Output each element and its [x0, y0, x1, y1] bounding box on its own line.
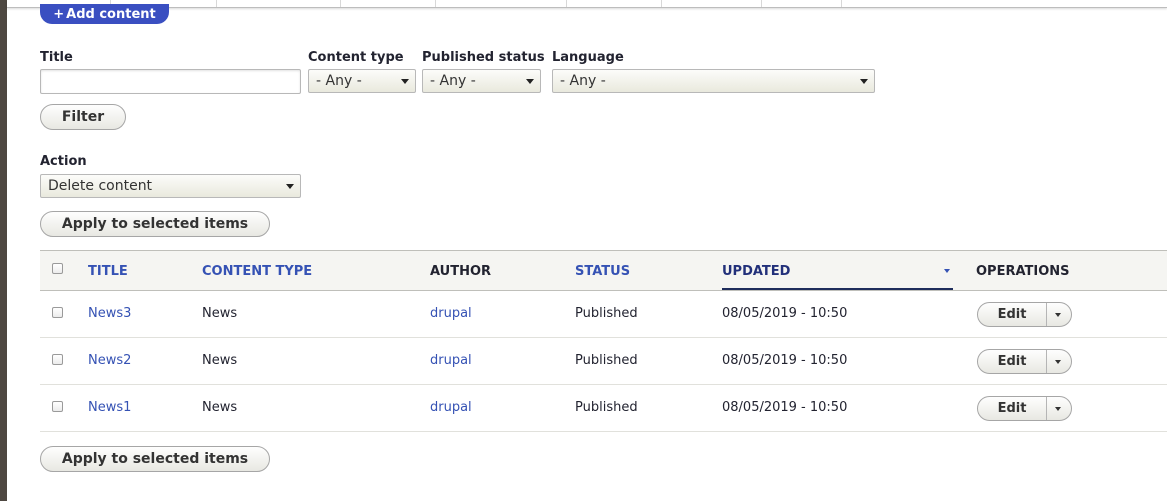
table-row: News2 News drupal Published 08/05/2019 -…: [40, 338, 1167, 385]
operations-toggle[interactable]: [1047, 303, 1071, 326]
language-select[interactable]: - Any -: [552, 69, 875, 93]
toolbar-separator: [566, 0, 567, 7]
row-author-link[interactable]: drupal: [430, 306, 472, 321]
caret-down-icon: [1055, 407, 1061, 411]
toolbar-separator: [216, 0, 217, 7]
action-value: Delete content: [48, 178, 153, 194]
title-filter-input[interactable]: [40, 69, 301, 94]
table-row: News3 News drupal Published 08/05/2019 -…: [40, 291, 1167, 338]
column-author: AUTHOR: [430, 264, 492, 279]
content-type-value: - Any -: [316, 73, 362, 89]
published-status-select[interactable]: - Any -: [422, 69, 541, 93]
row-status: Published: [575, 353, 638, 368]
caret-down-icon: [526, 79, 534, 84]
toolbar-separator: [661, 0, 662, 7]
caret-down-icon: [860, 79, 868, 84]
title-filter-label: Title: [40, 50, 73, 65]
row-operations-dropbutton: Edit: [977, 302, 1072, 327]
row-title-link[interactable]: News3: [88, 306, 131, 321]
row-checkbox[interactable]: [52, 307, 63, 318]
edit-button[interactable]: Edit: [978, 350, 1046, 373]
edit-button[interactable]: Edit: [978, 397, 1046, 420]
sort-desc-icon: [944, 269, 950, 273]
row-content-type: News: [202, 306, 238, 321]
column-title[interactable]: TITLE: [88, 264, 128, 279]
toolbar-separator: [841, 0, 842, 7]
filter-button[interactable]: Filter: [40, 104, 126, 130]
toolbar-separator: [435, 0, 436, 7]
caret-down-icon: [401, 79, 409, 84]
row-status: Published: [575, 306, 638, 321]
row-author-link[interactable]: drupal: [430, 400, 472, 415]
apply-selected-button-bottom[interactable]: Apply to selected items: [40, 446, 270, 472]
published-status-value: - Any -: [430, 73, 476, 89]
action-label: Action: [40, 154, 87, 169]
toolbar-separator: [761, 0, 762, 7]
add-content-button[interactable]: + Add content: [40, 4, 169, 24]
caret-down-icon: [1055, 313, 1061, 317]
column-status[interactable]: STATUS: [575, 264, 630, 279]
row-content-type: News: [202, 353, 238, 368]
row-updated: 08/05/2019 - 10:50: [722, 353, 848, 368]
row-updated: 08/05/2019 - 10:50: [722, 400, 848, 415]
apply-selected-button-top[interactable]: Apply to selected items: [40, 211, 270, 237]
content-type-select[interactable]: - Any -: [308, 69, 416, 93]
toolbar-separator: [340, 0, 341, 7]
language-label: Language: [552, 50, 624, 65]
left-edge: [0, 0, 7, 501]
row-updated: 08/05/2019 - 10:50: [722, 306, 848, 321]
row-operations-dropbutton: Edit: [977, 396, 1072, 421]
select-all-checkbox[interactable]: [52, 263, 63, 274]
column-content-type[interactable]: CONTENT TYPE: [202, 264, 312, 279]
operations-toggle[interactable]: [1047, 397, 1071, 420]
plus-icon: +: [53, 6, 65, 22]
content-type-label: Content type: [308, 50, 404, 65]
row-checkbox[interactable]: [52, 401, 63, 412]
action-select[interactable]: Delete content: [40, 174, 301, 198]
row-content-type: News: [202, 400, 238, 415]
edit-button[interactable]: Edit: [978, 303, 1046, 326]
published-status-label: Published status: [422, 50, 545, 65]
row-title-link[interactable]: News2: [88, 353, 131, 368]
row-status: Published: [575, 400, 638, 415]
active-sort-indicator: [722, 288, 953, 290]
column-operations: OPERATIONS: [976, 264, 1070, 279]
table-row: News1 News drupal Published 08/05/2019 -…: [40, 385, 1167, 432]
caret-down-icon: [286, 184, 294, 189]
top-toolbar: [7, 0, 1167, 8]
caret-down-icon: [1055, 360, 1061, 364]
column-updated[interactable]: UPDATED: [722, 264, 790, 279]
language-value: - Any -: [560, 73, 606, 89]
row-checkbox[interactable]: [52, 354, 63, 365]
row-author-link[interactable]: drupal: [430, 353, 472, 368]
content-table: TITLE CONTENT TYPE AUTHOR STATUS UPDATED…: [40, 250, 1167, 432]
row-operations-dropbutton: Edit: [977, 349, 1072, 374]
table-header: TITLE CONTENT TYPE AUTHOR STATUS UPDATED…: [40, 250, 1167, 291]
add-content-label: Add content: [66, 6, 156, 22]
operations-toggle[interactable]: [1047, 350, 1071, 373]
row-title-link[interactable]: News1: [88, 400, 131, 415]
